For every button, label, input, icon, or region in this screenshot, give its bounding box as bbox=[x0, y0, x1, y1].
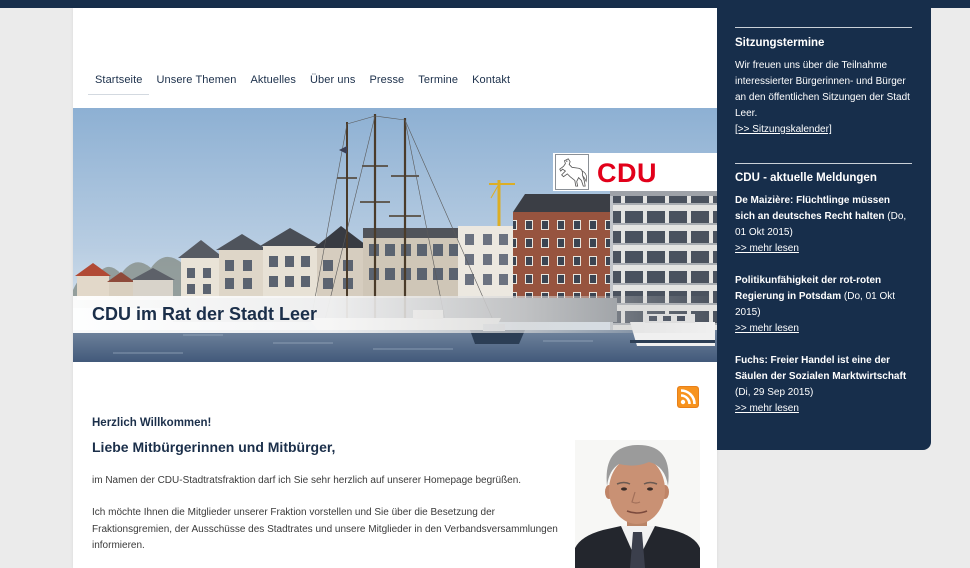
nav-item-aktuelles[interactable]: Aktuelles bbox=[243, 68, 303, 95]
horse-emblem-icon bbox=[555, 154, 589, 190]
banner-strip: CDU im Rat der Stadt Leer bbox=[73, 296, 717, 333]
cdu-logo: CDU bbox=[553, 153, 717, 191]
sessions-text: Wir freuen uns über die Teilnahme intere… bbox=[735, 58, 912, 138]
nav-item-termine[interactable]: Termine bbox=[411, 68, 465, 95]
portrait-photo bbox=[575, 440, 700, 568]
cdu-logo-text: CDU bbox=[597, 158, 657, 188]
sessions-description: Wir freuen uns über die Teilnahme intere… bbox=[735, 60, 910, 119]
body-paragraph: Ich möchte Ihnen die Mitglieder unserer … bbox=[92, 507, 558, 551]
nav-item-presse[interactable]: Presse bbox=[362, 68, 411, 95]
header-banner: CDU CDU im Rat der Stadt Leer bbox=[73, 108, 717, 362]
intro-paragraph: im Namen der CDU-Stadtratsfraktion darf … bbox=[92, 475, 522, 486]
read-more-link[interactable]: >> mehr lesen bbox=[735, 401, 912, 417]
sessions-heading: Sitzungstermine bbox=[735, 37, 825, 49]
greeting-heading: Herzlich Willkommen! bbox=[92, 417, 212, 429]
main-navigation: Startseite Unsere Themen Aktuelles Über … bbox=[88, 68, 517, 95]
news-title: De Maizière: Flüchtlinge müssen sich an … bbox=[735, 195, 891, 222]
site-title: CDU im Rat der Stadt Leer bbox=[92, 304, 318, 324]
news-list: De Maizière: Flüchtlinge müssen sich an … bbox=[735, 193, 912, 417]
news-date: (Di, 29 Sep 2015) bbox=[735, 387, 814, 398]
welcome-text: Herzlich Willkommen! Liebe Mitbürgerinne… bbox=[92, 415, 562, 555]
sidebar-divider bbox=[735, 163, 912, 164]
rss-icon[interactable] bbox=[677, 386, 699, 408]
sidebar: Sitzungstermine Wir freuen uns über die … bbox=[717, 8, 931, 450]
nav-item-kontakt[interactable]: Kontakt bbox=[465, 68, 517, 95]
news-item: Fuchs: Freier Handel ist eine der Säulen… bbox=[735, 353, 912, 417]
news-item: Politikunfähigkeit der rot-roten Regieru… bbox=[735, 273, 912, 337]
read-more-link[interactable]: >> mehr lesen bbox=[735, 241, 912, 257]
nav-item-startseite[interactable]: Startseite bbox=[88, 68, 150, 95]
salutation-heading: Liebe Mitbürgerinnen und Mitbürger, bbox=[92, 439, 336, 455]
sidebar-divider bbox=[735, 27, 912, 28]
session-calendar-link[interactable]: [>> Sitzungskalender] bbox=[735, 122, 912, 138]
news-item: De Maizière: Flüchtlinge müssen sich an … bbox=[735, 193, 912, 257]
main-content: Startseite Unsere Themen Aktuelles Über … bbox=[73, 8, 717, 568]
nav-item-ueber-uns[interactable]: Über uns bbox=[303, 68, 362, 95]
news-title: Fuchs: Freier Handel ist eine der Säulen… bbox=[735, 355, 907, 382]
news-heading: CDU - aktuelle Meldungen bbox=[735, 172, 877, 184]
nav-item-unsere-themen[interactable]: Unsere Themen bbox=[149, 68, 243, 95]
read-more-link[interactable]: >> mehr lesen bbox=[735, 321, 912, 337]
top-bar bbox=[0, 0, 970, 8]
